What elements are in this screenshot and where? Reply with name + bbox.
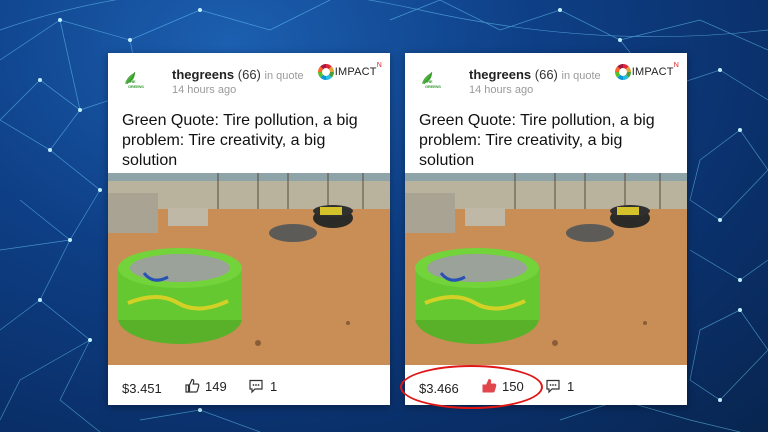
comment-icon xyxy=(249,379,263,394)
comment-count: 1 xyxy=(270,378,278,394)
sdg-wheel-icon xyxy=(614,63,631,80)
post-card[interactable]: THE GREENS thegreens (66) in quote 14 ho… xyxy=(405,53,687,405)
comment-button[interactable]: 1 xyxy=(248,378,277,394)
like-button[interactable]: 149 xyxy=(184,378,227,394)
highlight-circle xyxy=(400,365,543,409)
author-reputation: (66) xyxy=(237,67,261,82)
author-name[interactable]: thegreens xyxy=(469,67,531,82)
greens-logo-icon: THE GREENS xyxy=(418,70,442,92)
impact-label: IMPACTN xyxy=(631,62,679,78)
author-reputation: (66) xyxy=(534,67,558,82)
impact-badge[interactable]: IMPACTN xyxy=(314,62,382,81)
logo-text: THE GREENS xyxy=(425,79,441,89)
thumbs-up-icon xyxy=(185,378,200,393)
impact-label: IMPACTN xyxy=(334,62,382,78)
author-line: thegreens (66) in quote xyxy=(469,67,601,82)
greens-logo-icon: THE GREENS xyxy=(121,70,145,92)
post-time: 14 hours ago xyxy=(469,84,534,96)
post-card[interactable]: THE GREENS thegreens (66) in quote 14 ho… xyxy=(108,53,390,405)
post-time: 14 hours ago xyxy=(172,84,237,96)
comment-count: 1 xyxy=(567,378,575,394)
sdg-wheel-icon xyxy=(317,63,334,80)
like-count: 149 xyxy=(205,378,227,394)
post-title[interactable]: Green Quote: Tire pollution, a big probl… xyxy=(122,111,382,171)
impact-badge[interactable]: IMPACTN xyxy=(611,62,679,81)
post-header: THE GREENS thegreens (66) in quote 14 ho… xyxy=(108,53,390,101)
community-label[interactable]: in quote xyxy=(265,70,304,82)
post-header: THE GREENS thegreens (66) in quote 14 ho… xyxy=(405,53,687,101)
author-name[interactable]: thegreens xyxy=(172,67,234,82)
payout-value[interactable]: $3.451 xyxy=(122,381,162,396)
comment-icon xyxy=(546,379,560,394)
logo-text: THE GREENS xyxy=(128,79,144,89)
author-line: thegreens (66) in quote xyxy=(172,67,304,82)
post-footer: $3.451 149 1 xyxy=(108,373,390,401)
post-photo[interactable] xyxy=(108,173,390,365)
comment-button[interactable]: 1 xyxy=(545,378,574,394)
post-photo[interactable] xyxy=(405,173,687,365)
community-label[interactable]: in quote xyxy=(562,70,601,82)
post-title[interactable]: Green Quote: Tire pollution, a big probl… xyxy=(419,111,679,171)
